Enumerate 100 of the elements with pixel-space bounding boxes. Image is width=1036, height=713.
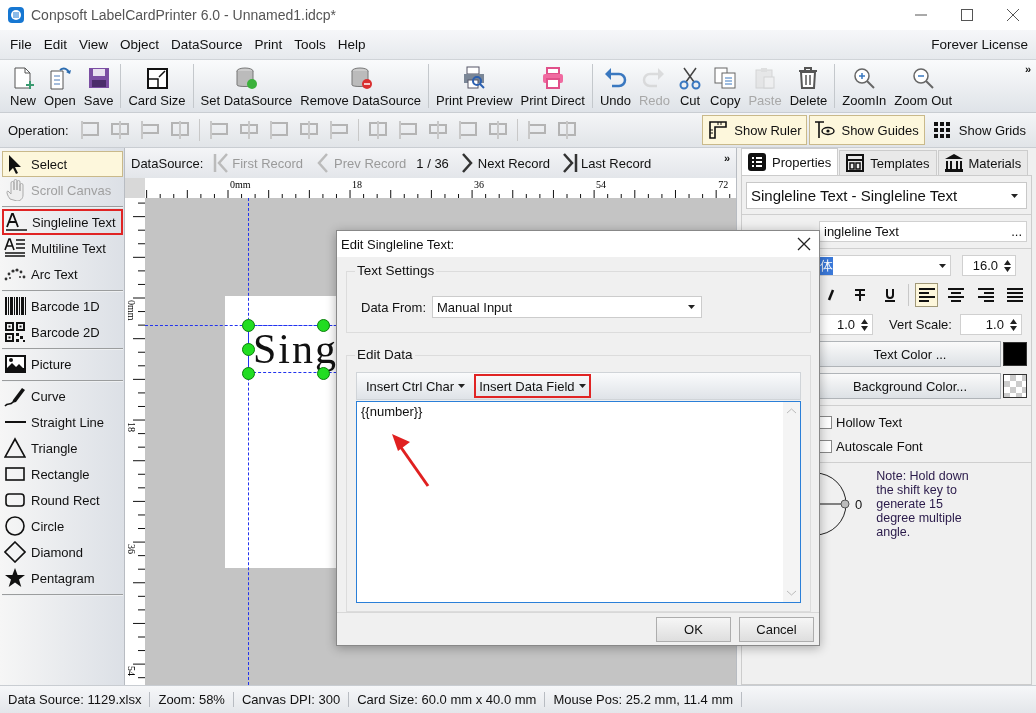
label-text-object[interactable]: Sing xyxy=(253,327,339,371)
menu-item[interactable]: Object xyxy=(114,37,166,52)
toolbar-button[interactable]: Save xyxy=(79,66,118,108)
font-size-field[interactable]: 16.0 xyxy=(962,255,1016,276)
multiline-text-icon xyxy=(4,237,26,259)
color-button[interactable]: Background Color... xyxy=(819,373,1001,399)
align-right-icon xyxy=(975,285,996,305)
group-title: Text Settings xyxy=(355,263,437,278)
horizontal-scale-field[interactable]: 1.0 xyxy=(819,314,873,335)
caret-icon xyxy=(688,305,695,309)
tool-item[interactable]: Multiline Text xyxy=(2,235,123,261)
menu-item[interactable]: Help xyxy=(331,37,372,52)
top-ruler: 0mm 18 36 54 72 xyxy=(145,178,736,198)
toolbar-button[interactable]: Set DataSource xyxy=(196,66,297,108)
toolbar-button[interactable]: Cut xyxy=(674,66,707,108)
checkbox-label: Hollow Text xyxy=(836,414,903,430)
color-swatch[interactable] xyxy=(1003,342,1027,366)
caret-icon xyxy=(939,263,946,268)
new-document-icon xyxy=(11,66,35,90)
layout-tool-icon xyxy=(138,119,161,141)
browse-button[interactable]: ... xyxy=(1011,224,1022,239)
status-item: Mouse Pos: 25.2 mm, 11.4 mm xyxy=(545,692,743,707)
menu-item[interactable]: View xyxy=(73,37,115,52)
zoom-out-icon xyxy=(911,66,936,90)
data-from-dropdown[interactable]: Manual Input xyxy=(432,296,702,318)
tool-item[interactable]: Triangle xyxy=(2,435,123,461)
copy-documents-icon xyxy=(713,66,738,90)
close-icon xyxy=(1007,9,1019,21)
toolbar-button[interactable]: Print Preview xyxy=(432,66,517,108)
vertical-scale-field[interactable]: 1.0 xyxy=(959,314,1022,335)
toggle-button[interactable]: Show Grids xyxy=(926,115,1032,145)
tool-item[interactable]: Singleline Text xyxy=(2,209,123,235)
layout-tool-icon xyxy=(237,119,260,141)
dialog-title: Edit Singleline Text: xyxy=(341,236,455,252)
insert-dropdown-button[interactable]: Insert Ctrl Char xyxy=(361,374,471,398)
insert-dropdown-button[interactable]: Insert Data Field xyxy=(474,374,591,398)
toolbar-button[interactable]: ZoomIn xyxy=(838,66,891,108)
tool-item[interactable]: Barcode 1D xyxy=(2,293,123,319)
name-field[interactable]: ingleline Text ... xyxy=(819,221,1027,242)
font-dropdown[interactable]: 体 xyxy=(819,255,951,276)
text-editor[interactable]: {{number}} xyxy=(356,401,801,603)
color-button[interactable]: Text Color ... xyxy=(819,341,1001,367)
toolbar-button[interactable]: Zoom Out xyxy=(890,66,957,108)
tool-item[interactable]: Pentagram xyxy=(2,565,123,591)
qr-code-icon xyxy=(4,321,26,343)
toolbar-button[interactable]: Delete xyxy=(785,66,832,108)
record-button[interactable]: Next Record xyxy=(456,152,553,174)
layout-tool-icon xyxy=(456,119,479,141)
toolbar-button[interactable]: New xyxy=(6,66,40,108)
datasource-overflow[interactable]: » xyxy=(723,152,730,164)
object-dropdown[interactable]: Singleline Text - Singleline Text xyxy=(746,182,1027,209)
alignment-button[interactable] xyxy=(914,283,939,307)
dialog-button[interactable]: OK xyxy=(656,616,731,642)
tool-item[interactable]: Straight Line xyxy=(2,409,123,435)
layout-tool-icon xyxy=(267,119,290,141)
tool-item[interactable]: Select xyxy=(2,151,123,177)
toolbar-overflow[interactable]: » xyxy=(1024,63,1031,75)
toolbar-button[interactable]: Card Size xyxy=(124,66,190,108)
layout-tool-icon xyxy=(555,119,578,141)
menu-item[interactable]: File xyxy=(4,37,38,52)
tool-item[interactable]: Arc Text xyxy=(2,261,123,287)
menu-item[interactable]: Print xyxy=(248,37,289,52)
angle-value: 0 xyxy=(855,496,863,512)
tool-item[interactable]: Picture xyxy=(2,351,123,377)
data-from-label: Data From: xyxy=(361,299,426,315)
checkbox-label: Autoscale Font xyxy=(836,438,923,454)
vert-scale-label: Vert Scale: xyxy=(889,317,952,332)
toolbar-button[interactable]: Remove DataSource xyxy=(296,66,425,108)
spinner-arrows-icon xyxy=(1004,259,1011,272)
menu-item[interactable]: DataSource xyxy=(165,37,249,52)
toolbar-button[interactable]: Print Direct xyxy=(516,66,589,108)
scroll-up-icon xyxy=(787,408,796,414)
underline-icon xyxy=(882,288,897,302)
toolbar-button[interactable]: Undo xyxy=(595,66,635,108)
tool-item[interactable]: Diamond xyxy=(2,539,123,565)
undo-arrow-icon xyxy=(603,66,628,90)
toggle-button[interactable]: Show Guides xyxy=(809,115,925,145)
toggle-button[interactable]: Show Ruler xyxy=(702,115,808,145)
maximize-icon xyxy=(961,9,973,21)
tool-item[interactable]: Rectangle xyxy=(2,461,123,487)
tool-item[interactable]: Circle xyxy=(2,513,123,539)
first-record-icon xyxy=(213,152,230,174)
toolbar-button[interactable]: Open xyxy=(40,66,80,108)
scroll-down-icon xyxy=(787,590,796,596)
circle-icon xyxy=(4,515,26,537)
datasource-label: DataSource: xyxy=(131,155,204,171)
tool-item[interactable]: Curve xyxy=(2,383,123,409)
record-button[interactable]: Last Record xyxy=(560,152,654,174)
tool-item[interactable]: Round Rect xyxy=(2,487,123,513)
panel-tab[interactable]: Properties xyxy=(741,148,839,175)
tool-item[interactable]: Barcode 2D xyxy=(2,319,123,345)
dialog-button[interactable]: Cancel xyxy=(739,616,814,642)
menu-item[interactable]: Edit xyxy=(37,37,74,52)
license-label: Forever License xyxy=(931,37,1029,52)
panel-tab[interactable]: Templates xyxy=(839,150,937,175)
menu-item[interactable]: Tools xyxy=(288,37,332,52)
transparent-swatch[interactable] xyxy=(1003,374,1027,398)
toolbar-button[interactable]: Copy xyxy=(706,66,745,108)
clipboard-icon xyxy=(753,66,777,90)
panel-tab[interactable]: Materials xyxy=(937,150,1029,175)
